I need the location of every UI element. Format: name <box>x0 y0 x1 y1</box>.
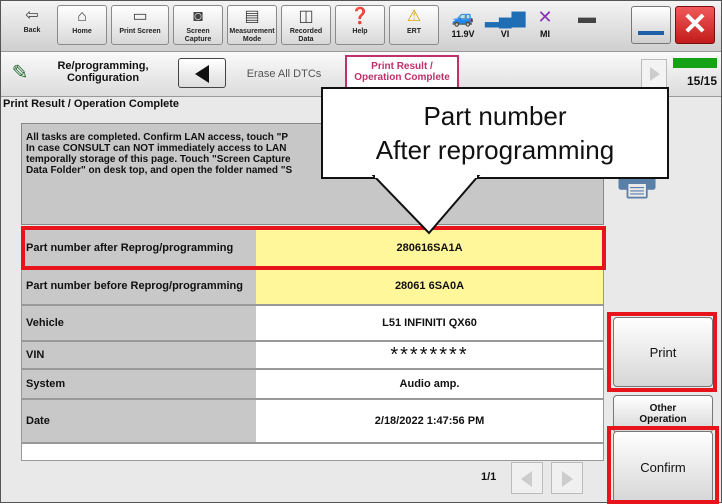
mi-status: ✕ MI <box>525 5 565 45</box>
battery-status: ▬ <box>567 5 607 45</box>
annotation-callout: Part number After reprogramming <box>321 87 669 179</box>
battery-voltage-status: 🚙 11.9V <box>443 5 483 45</box>
page-next-button[interactable] <box>551 462 583 494</box>
measurement-mode-button[interactable]: ▤ Measurement Mode <box>227 5 277 45</box>
minimize-button[interactable] <box>631 6 671 44</box>
page-indicator: 1/1 <box>481 471 497 483</box>
top-toolbar: ⇦ Back ⌂ Home ▭ Print Screen ◙ Screen Ca… <box>1 1 721 52</box>
signal-icon: ▂▄▆ <box>485 7 526 27</box>
breadcrumb-step-erase-dtcs[interactable]: Erase All DTCs <box>229 60 339 88</box>
step-progress: 15/15 <box>673 58 717 90</box>
home-icon: ⌂ <box>77 8 87 25</box>
row-value: 28061 6SA0A <box>256 268 603 304</box>
screen-capture-button[interactable]: ◙ Screen Capture <box>173 5 223 45</box>
car-icon: 🚙 <box>451 7 475 27</box>
row-key: Date <box>22 400 256 442</box>
breadcrumb-title: Re/programming, Configuration <box>57 60 149 84</box>
row-value: Audio amp. <box>256 370 603 398</box>
highlight-part-number-after <box>21 226 606 270</box>
table-row: Part number before Reprog/programming 28… <box>21 267 604 305</box>
home-button[interactable]: ⌂ Home <box>57 5 107 45</box>
progress-label: 15/15 <box>686 74 717 88</box>
table-row-empty <box>21 443 604 461</box>
battery-icon: ▬ <box>578 7 596 27</box>
print-screen-button[interactable]: ▭ Print Screen <box>111 5 169 45</box>
disconnected-icon: ✕ <box>537 7 553 27</box>
row-key: Vehicle <box>22 306 256 340</box>
printer-icon: ▭ <box>132 8 148 25</box>
progress-bar <box>673 58 717 68</box>
table-row: System Audio amp. <box>21 369 604 399</box>
callout-line-2: After reprogramming <box>375 135 615 165</box>
camera-icon: ◙ <box>193 8 203 25</box>
breadcrumb-back-button[interactable] <box>178 58 226 88</box>
highlight-confirm <box>607 426 719 504</box>
back-arrow-icon: ⇦ <box>25 7 39 24</box>
row-key: Part number before Reprog/programming <box>22 268 256 304</box>
breadcrumb-step-active: Print Result / Operation Complete <box>345 55 459 89</box>
help-button[interactable]: ❓ Help <box>335 5 385 45</box>
measurement-icon: ▤ <box>244 8 260 25</box>
row-value: ******** <box>256 342 603 368</box>
table-row: Vehicle L51 INFINITI QX60 <box>21 305 604 341</box>
back-button[interactable]: ⇦ Back <box>7 5 57 45</box>
breadcrumb-forward-button[interactable] <box>641 59 667 89</box>
callout-pointer <box>371 175 481 235</box>
callout-line-1: Part number <box>423 101 567 131</box>
help-icon: ❓ <box>350 8 370 25</box>
row-value: 2/18/2022 1:47:56 PM <box>256 400 603 442</box>
table-row: VIN ******** <box>21 341 604 369</box>
close-button[interactable]: ✕ <box>675 6 715 44</box>
other-operation-label: Other Operation <box>639 403 687 425</box>
recorded-data-button[interactable]: ◫ Recorded Data <box>281 5 331 45</box>
row-key: System <box>22 370 256 398</box>
reprogramming-icon: ✎ <box>11 62 29 84</box>
table-row: Date 2/18/2022 1:47:56 PM <box>21 399 604 443</box>
page-prev-button[interactable] <box>511 462 543 494</box>
ert-button[interactable]: ⚠ ERT <box>389 5 439 45</box>
page-title: Print Result / Operation Complete <box>3 98 180 110</box>
recorded-data-icon: ◫ <box>298 8 314 25</box>
close-icon: ✕ <box>682 8 708 41</box>
highlight-print <box>607 312 717 392</box>
consult-screen: ⇦ Back ⌂ Home ▭ Print Screen ◙ Screen Ca… <box>0 0 722 504</box>
warning-icon: ⚠ <box>406 8 422 25</box>
row-key: VIN <box>22 342 256 368</box>
row-value: L51 INFINITI QX60 <box>256 306 603 340</box>
vi-status: ▂▄▆ VI <box>485 7 526 39</box>
